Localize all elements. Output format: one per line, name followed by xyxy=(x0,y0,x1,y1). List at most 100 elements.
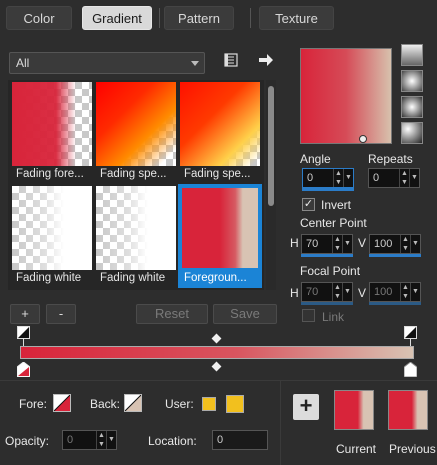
tab-pattern[interactable]: Pattern xyxy=(164,6,234,30)
chevron-down-icon[interactable]: ▼ xyxy=(410,235,420,253)
chevron-down-icon[interactable]: ▼ xyxy=(106,431,116,449)
back-label: Back: xyxy=(90,397,121,411)
stepper-icon[interactable]: ▲ ▼ xyxy=(400,235,410,253)
add-swatch-button[interactable]: + xyxy=(293,394,319,420)
previous-label: Previous xyxy=(389,442,436,456)
focal-h-input[interactable]: 70 ▲ ▼ ▼ xyxy=(301,282,353,302)
user-color-swatch-alt[interactable] xyxy=(226,395,244,413)
arrow-right-icon[interactable] xyxy=(258,53,274,67)
divider-vertical xyxy=(280,381,281,465)
link-checkbox[interactable] xyxy=(302,309,315,322)
linear-style-button[interactable] xyxy=(401,44,423,66)
gallery-item-selected[interactable]: Foregroun... xyxy=(178,184,262,288)
radial-style-button[interactable] xyxy=(401,122,423,144)
stepper-icon[interactable]: ▲ ▼ xyxy=(96,431,106,449)
stepper-icon[interactable]: ▲ ▼ xyxy=(400,283,410,301)
invert-checkbox[interactable]: ✓ xyxy=(302,198,315,211)
gradient-swatch xyxy=(96,82,176,166)
link-label: Link xyxy=(322,310,345,324)
preview-handle[interactable] xyxy=(359,135,367,143)
gallery-item-label: Fading white xyxy=(16,272,82,284)
gallery-item-label: Fading spe... xyxy=(184,168,251,180)
focal-v-label: V xyxy=(358,286,367,300)
gallery-item-label: Fading white xyxy=(100,272,166,284)
repeats-label: Repeats xyxy=(368,152,413,166)
library-icon[interactable] xyxy=(223,52,239,68)
add-stop-button[interactable]: + xyxy=(10,304,40,324)
focal-v-value: 100 xyxy=(374,286,393,298)
opacity-stop-left[interactable] xyxy=(17,326,30,339)
chevron-down-icon[interactable]: ▼ xyxy=(410,283,420,301)
current-swatch[interactable] xyxy=(334,390,374,430)
center-point-label: Center Point xyxy=(300,216,367,230)
chevron-down-icon[interactable]: ▼ xyxy=(409,169,419,187)
gradient-swatch xyxy=(12,82,92,166)
angle-input[interactable]: 0 ▲ ▼ ▼ xyxy=(302,168,354,188)
stepper-icon[interactable]: ▲ ▼ xyxy=(332,235,342,253)
gallery-item[interactable]: Fading spe... xyxy=(180,82,260,182)
location-input[interactable]: 0 xyxy=(212,430,268,450)
gradient-preview[interactable] xyxy=(300,48,392,144)
center-v-slider[interactable] xyxy=(369,254,421,257)
repeats-input[interactable]: 0 ▲ ▼ ▼ xyxy=(368,168,420,188)
gradient-swatch xyxy=(12,186,92,270)
previous-swatch[interactable] xyxy=(388,390,428,430)
tab-divider xyxy=(159,8,160,28)
angle-slider[interactable] xyxy=(302,188,354,191)
gallery-scroll-thumb[interactable] xyxy=(268,86,274,206)
chevron-down-icon xyxy=(191,61,199,66)
gallery-item[interactable]: Fading spe... xyxy=(96,82,176,182)
gallery-item-label: Fading fore... xyxy=(16,168,84,180)
gradient-swatch xyxy=(180,82,260,166)
stepper-icon[interactable]: ▲ ▼ xyxy=(332,283,342,301)
location-label: Location: xyxy=(148,434,197,448)
center-h-value: 70 xyxy=(306,238,319,250)
rectangular-style-button[interactable] xyxy=(401,70,423,92)
stop-connector-right xyxy=(410,339,411,346)
focal-h-slider[interactable] xyxy=(301,302,353,305)
chevron-down-icon[interactable]: ▼ xyxy=(343,169,353,187)
tab-texture[interactable]: Texture xyxy=(259,6,334,30)
center-v-input[interactable]: 100 ▲ ▼ ▼ xyxy=(369,234,421,254)
gallery-item[interactable]: Fading white xyxy=(96,186,176,286)
stepper-icon[interactable]: ▲ ▼ xyxy=(399,169,409,187)
stepper-icon[interactable]: ▲ ▼ xyxy=(333,169,343,187)
gradient-bar[interactable] xyxy=(20,346,414,359)
tab-gradient[interactable]: Gradient xyxy=(82,6,152,30)
color-midpoint-marker[interactable] xyxy=(211,361,222,372)
stop-connector-left xyxy=(23,339,24,346)
opacity-label: Opacity: xyxy=(5,434,50,448)
save-button[interactable]: Save xyxy=(213,304,277,324)
fore-color-swatch[interactable] xyxy=(53,394,71,412)
gallery-item-label: Fading spe... xyxy=(100,168,167,180)
opacity-midpoint-marker[interactable] xyxy=(211,333,222,344)
user-label: User: xyxy=(165,397,194,411)
chevron-down-icon[interactable]: ▼ xyxy=(342,283,352,301)
opacity-stop-right[interactable] xyxy=(404,326,417,339)
gradient-swatch xyxy=(96,186,176,270)
invert-label: Invert xyxy=(321,198,352,212)
gallery-item[interactable]: Fading fore... xyxy=(12,82,92,182)
color-stop-right[interactable] xyxy=(403,361,418,378)
opacity-input[interactable]: 0 ▲ ▼ ▼ xyxy=(62,430,117,450)
reset-button[interactable]: Reset xyxy=(136,304,208,324)
center-h-label: H xyxy=(290,236,299,250)
category-dropdown-value: All xyxy=(16,56,30,70)
gallery-item[interactable]: Fading white xyxy=(12,186,92,286)
center-h-input[interactable]: 70 ▲ ▼ ▼ xyxy=(301,234,353,254)
focal-v-input[interactable]: 100 ▲ ▼ ▼ xyxy=(369,282,421,302)
tab-color[interactable]: Color xyxy=(6,6,72,30)
sunburst-style-button[interactable] xyxy=(401,96,423,118)
center-h-slider[interactable] xyxy=(301,254,353,257)
back-color-swatch[interactable] xyxy=(124,394,142,412)
fore-label: Fore: xyxy=(19,397,48,411)
gradient-gallery: Fading fore... Fading spe... Fading spe.… xyxy=(8,80,264,290)
user-color-swatch[interactable] xyxy=(202,397,216,411)
chevron-down-icon[interactable]: ▼ xyxy=(342,235,352,253)
angle-value: 0 xyxy=(307,172,314,184)
remove-stop-button[interactable]: - xyxy=(46,304,76,324)
tab-divider xyxy=(250,8,251,28)
color-stop-left[interactable] xyxy=(16,361,31,378)
focal-v-slider[interactable] xyxy=(369,302,421,305)
category-dropdown[interactable]: All xyxy=(9,52,205,74)
